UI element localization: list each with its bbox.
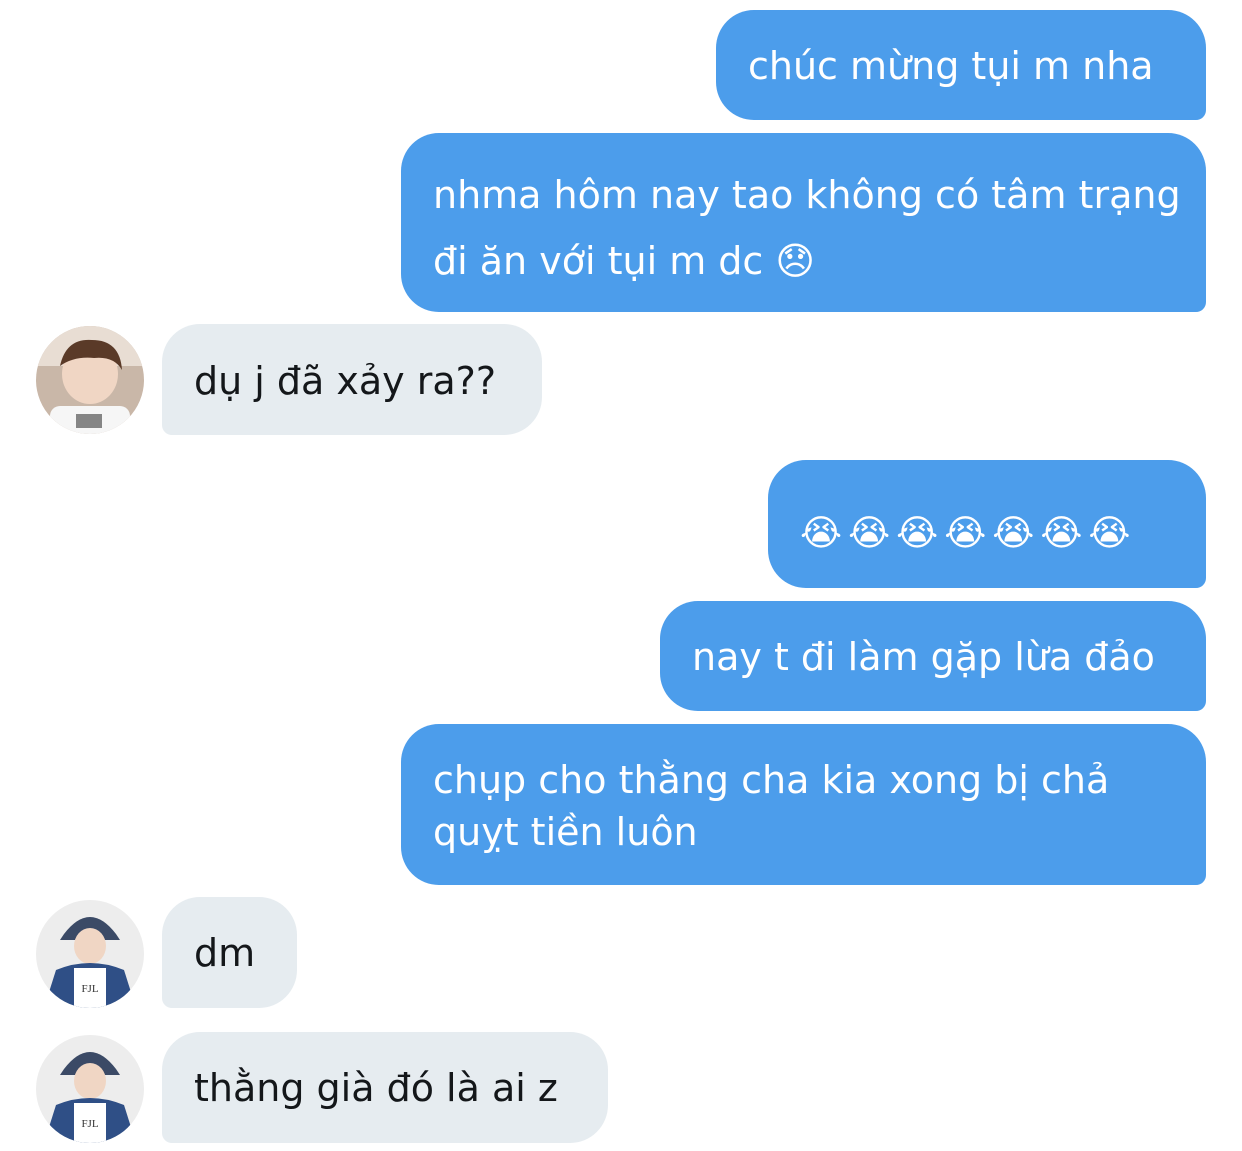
message-text: thằng già đó là ai z (194, 1066, 558, 1110)
message-text: 😭😭😭😭😭😭😭 (800, 513, 1137, 554)
message-bubble-incoming[interactable]: dụ j đã xảy ra?? (162, 324, 542, 435)
message-text: chúc mừng tụi m nha (748, 44, 1154, 88)
message-text: dm (194, 931, 256, 975)
avatar-shirt-print: FJL (81, 983, 98, 995)
avatar-shirt-print: FJL (81, 1118, 98, 1130)
message-text: dụ j đã xảy ra?? (194, 359, 496, 403)
message-text: nay t đi làm gặp lừa đảo (692, 635, 1155, 679)
avatar[interactable]: FJL (36, 1035, 144, 1143)
message-bubble-outgoing[interactable]: nhma hôm nay tao không có tâm trạng đi ă… (401, 133, 1206, 312)
message-text: chụp cho thằng cha kia xong bị chả quỵt … (433, 758, 1110, 854)
message-text: nhma hôm nay tao không có tâm trạng đi ă… (433, 173, 1181, 283)
avatar[interactable] (36, 326, 144, 434)
avatar[interactable]: FJL (36, 900, 144, 1008)
message-bubble-outgoing[interactable]: 😭😭😭😭😭😭😭 (768, 460, 1206, 588)
message-bubble-incoming[interactable]: thằng già đó là ai z (162, 1032, 608, 1143)
message-bubble-outgoing[interactable]: chụp cho thằng cha kia xong bị chả quỵt … (401, 724, 1206, 885)
message-bubble-outgoing[interactable]: nay t đi làm gặp lừa đảo (660, 601, 1206, 711)
message-bubble-outgoing[interactable]: chúc mừng tụi m nha (716, 10, 1206, 120)
message-bubble-incoming[interactable]: dm (162, 897, 297, 1008)
